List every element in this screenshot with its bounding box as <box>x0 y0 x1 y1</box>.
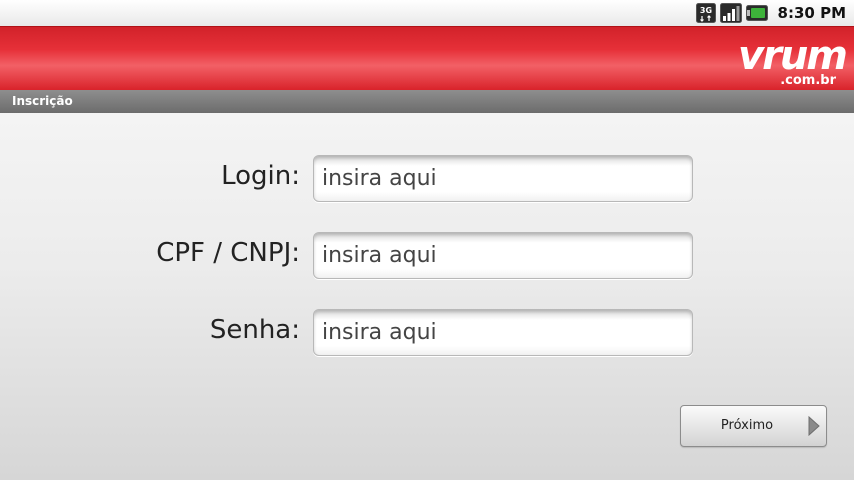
password-input[interactable] <box>313 309 693 356</box>
cpf-cnpj-label: CPF / CNPJ: <box>156 238 300 268</box>
battery-icon <box>745 5 768 21</box>
password-label: Senha: <box>209 315 300 345</box>
login-label: Login: <box>221 161 300 191</box>
next-button[interactable]: Próximo <box>680 405 827 447</box>
vrum-logo: vrum .com.br <box>738 33 848 88</box>
status-icons: 3G 8:30 PM <box>695 2 846 24</box>
password-row: Senha: <box>0 309 854 357</box>
section-bar: Inscrição <box>0 90 854 113</box>
login-row: Login: <box>0 155 854 203</box>
app-header: vrum .com.br <box>0 26 854 91</box>
cpf-cnpj-input[interactable] <box>313 232 693 279</box>
login-input[interactable] <box>313 155 693 202</box>
3g-icon: 3G <box>695 3 716 23</box>
clock: 8:30 PM <box>777 4 846 22</box>
cpf-cnpj-row: CPF / CNPJ: <box>0 232 854 280</box>
status-bar: 3G 8:30 PM <box>0 0 854 26</box>
svg-text:.com.br: .com.br <box>780 73 836 88</box>
signal-icon <box>719 3 742 23</box>
arrow-right-icon <box>808 416 820 436</box>
page-title: Inscrição <box>12 94 73 108</box>
svg-text:3G: 3G <box>699 6 711 15</box>
next-button-label: Próximo <box>720 418 774 433</box>
